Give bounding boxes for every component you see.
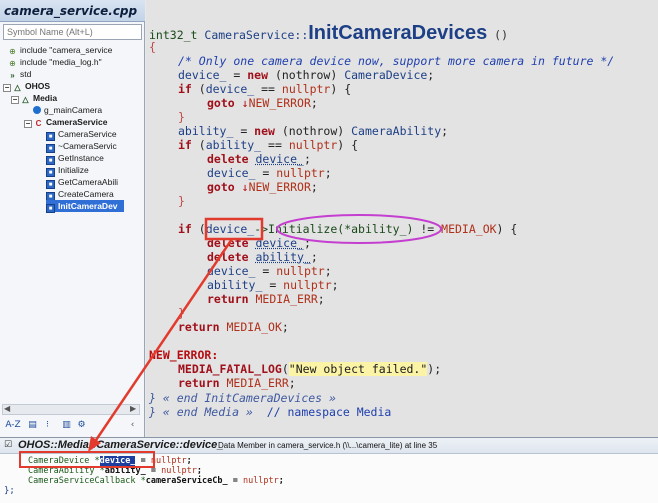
context-symbol: OHOS::Media::CameraService::device_ bbox=[18, 439, 224, 451]
scroll-right-icon[interactable]: ▶ bbox=[130, 404, 136, 413]
symbol-search-input[interactable] bbox=[3, 24, 142, 40]
symbol-tree: ⊕ include "camera_service ⊕ include "media… bbox=[0, 42, 145, 402]
tree-item-media[interactable]: − △ Media bbox=[11, 92, 57, 104]
code-line-null-ability: ability_ = nullptr; bbox=[207, 278, 339, 292]
symbol-window: camera_service.cpp ⊕include "camera_serv… bbox=[0, 0, 145, 437]
tree-item-initialize[interactable]: ■ Initialize bbox=[46, 164, 89, 177]
code-line-delete-device-2: delete device_; bbox=[207, 236, 311, 250]
goto-arrow-icon: ↓ bbox=[241, 180, 249, 194]
method-icon: ■ bbox=[46, 204, 55, 213]
label-new-error: NEW_ERROR: bbox=[149, 348, 219, 362]
class-icon: C bbox=[35, 119, 42, 128]
scroll-left-icon[interactable]: ◀ bbox=[4, 404, 10, 413]
code-line-alloc-device: device_ = new (nothrow) CameraDevice; bbox=[178, 68, 435, 82]
context-line-callback: CameraServiceCallback *cameraServiceCb_ … bbox=[28, 476, 284, 486]
code-line-if-ability-null: if (ability_ == nullptr) { bbox=[178, 138, 359, 152]
gear-icon[interactable]: ⚙ bbox=[75, 419, 88, 431]
tree-item-createcamera[interactable]: ■ CreateCamera bbox=[46, 188, 114, 201]
comment-line: /* Only one camera device now, support m… bbox=[178, 54, 615, 68]
highlighted-symbol: device_ bbox=[99, 456, 136, 466]
code-line-if-initialize: if (device_->Initialize(*ability_) != ME… bbox=[178, 222, 518, 236]
tree-item-getinstance[interactable]: ■ GetInstance bbox=[46, 152, 104, 165]
variable-icon bbox=[33, 106, 41, 114]
close-brace: } bbox=[178, 306, 185, 320]
context-closing-brace: }; bbox=[4, 486, 15, 496]
namespace-icon: △ bbox=[22, 95, 29, 104]
context-line-device: CameraDevice *device_ = nullptr; bbox=[28, 456, 192, 466]
collapse-icon[interactable]: − bbox=[3, 84, 11, 92]
namespace-icon: △ bbox=[14, 83, 21, 92]
code-line-delete-ability: delete ability_; bbox=[207, 250, 318, 264]
tree-item-std[interactable]: » std bbox=[8, 68, 31, 80]
code-line-alloc-ability: ability_ = new (nothrow) CameraAbility; bbox=[178, 124, 449, 138]
code-line-return-ok: return MEDIA_OK; bbox=[178, 320, 289, 334]
goto-arrow-icon: ↓ bbox=[241, 96, 249, 110]
collapse-left-icon[interactable]: ‹ bbox=[126, 419, 139, 431]
tree-item-include-camera-service[interactable]: ⊕ include "camera_service bbox=[8, 44, 112, 56]
tree-item-cameraservice-class[interactable]: − C CameraService bbox=[24, 116, 107, 128]
function-signature: int32_t CameraService::InitCameraDevices… bbox=[149, 22, 509, 44]
using-namespace-icon: » bbox=[10, 71, 15, 80]
tree-view-icon[interactable]: ⁝ bbox=[41, 419, 54, 431]
open-brace: { bbox=[149, 40, 156, 54]
context-window: ☑ OHOS::Media::CameraService::device_ Da… bbox=[0, 437, 658, 503]
end-function-fold[interactable]: } « end InitCameraDevices » bbox=[149, 391, 336, 405]
tree-item-getcameraability[interactable]: ■ GetCameraAbili bbox=[46, 176, 118, 189]
tree-item-ohos[interactable]: − △ OHOS bbox=[3, 80, 50, 92]
include-icon: ⊕ bbox=[9, 47, 16, 56]
tree-item-g-maincamera[interactable]: g_mainCamera bbox=[33, 104, 102, 116]
code-line-goto-1: goto ↓NEW_ERROR; bbox=[207, 96, 318, 110]
file-title: camera_service.cpp bbox=[0, 0, 145, 22]
code-line-delete-device-1: delete device_; bbox=[207, 152, 311, 166]
tree-item-include-media-log[interactable]: ⊕ include "media_log.h" bbox=[8, 56, 102, 68]
include-icon: ⊕ bbox=[9, 59, 16, 68]
context-line-ability: CameraAbility *ability_ = nullptr; bbox=[28, 466, 203, 476]
close-brace: } bbox=[178, 194, 185, 208]
code-line-return-err-2: return MEDIA_ERR; bbox=[178, 376, 296, 390]
context-header: ☑ OHOS::Media::CameraService::device_ Da… bbox=[0, 438, 658, 454]
sort-az-button[interactable]: A-Z bbox=[4, 419, 22, 431]
code-line-null-device-2: device_ = nullptr; bbox=[207, 264, 332, 278]
close-brace: } bbox=[178, 110, 185, 124]
code-line-null-device-1: device_ = nullptr; bbox=[207, 166, 332, 180]
code-line-if-device-null: if (device_ == nullptr) { bbox=[178, 82, 352, 96]
horizontal-scrollbar[interactable]: ◀ ▶ bbox=[2, 404, 140, 415]
columns-icon[interactable]: ▥ bbox=[60, 419, 73, 431]
collapse-icon[interactable]: − bbox=[11, 96, 19, 104]
code-line-return-err: return MEDIA_ERR; bbox=[207, 292, 325, 306]
context-description: Data Member in camera_service.h (\\...\c… bbox=[218, 441, 438, 450]
list-view-icon[interactable]: ▤ bbox=[26, 419, 39, 431]
code-editor[interactable]: int32_t CameraService::InitCameraDevices… bbox=[146, 0, 658, 437]
tree-item-initcameradevices[interactable]: ■ InitCameraDev bbox=[46, 200, 124, 213]
function-name: InitCameraDevices bbox=[308, 22, 488, 44]
code-line-goto-2: goto ↓NEW_ERROR; bbox=[207, 180, 318, 194]
collapse-icon[interactable]: − bbox=[24, 120, 32, 128]
end-namespace-fold[interactable]: } « end Media » // namespace Media bbox=[149, 405, 391, 419]
pin-icon[interactable]: ☑ bbox=[4, 440, 14, 450]
code-line-fatal-log: MEDIA_FATAL_LOG("New object failed."); bbox=[178, 362, 442, 376]
tree-item-cameraservice-dtor[interactable]: ■ ~CameraServic bbox=[46, 140, 117, 153]
tree-item-cameraservice-ctor[interactable]: ■ CameraService bbox=[46, 128, 117, 141]
symbol-toolbar: A-Z ▤ ⁝ ▥ ⚙ ‹ bbox=[2, 418, 142, 434]
